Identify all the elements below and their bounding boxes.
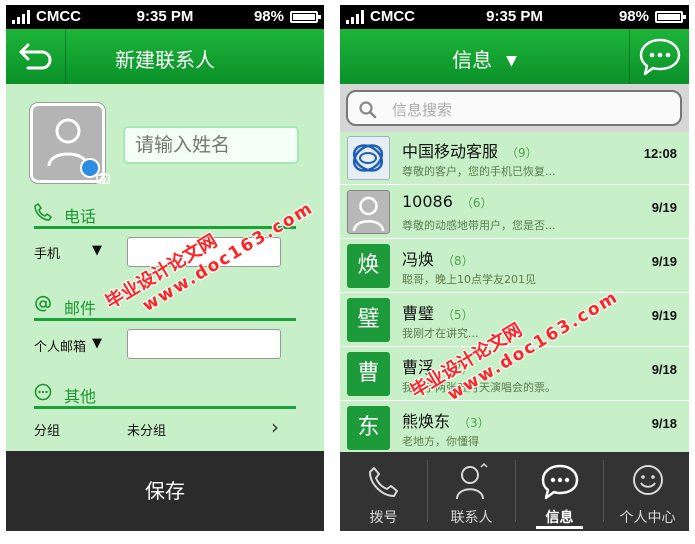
message-count: （3） [458, 416, 490, 430]
message-date: 9/18 [651, 362, 677, 377]
person-placeholder-icon [347, 190, 390, 234]
compose-message-button[interactable] [629, 29, 689, 84]
more-dots-icon [34, 383, 52, 401]
email-type-label[interactable]: 个人邮箱 [34, 336, 86, 355]
email-type-dropdown-icon[interactable]: ▼ [92, 336, 102, 351]
message-icon [541, 464, 579, 500]
email-section-title: 邮件 [64, 299, 97, 318]
message-preview: 我刚才在讲究... [402, 327, 479, 340]
contact-initial-avatar: 焕 [347, 244, 390, 288]
message-count: （9） [506, 146, 538, 160]
tab-profile[interactable]: 个人中心 [604, 452, 689, 531]
active-tab-indicator [536, 526, 583, 529]
phone-icon [369, 467, 398, 497]
search-bar: 信息搜索 [340, 84, 689, 132]
contact-name: 熊焕东 （3） [402, 412, 490, 431]
group-label: 分组 [34, 424, 61, 439]
message-preview: 聪哥，晚上10点学友201见 [402, 273, 536, 286]
chat-bubble-icon [639, 38, 681, 76]
battery-fill [658, 14, 680, 20]
contact-initial-avatar: 璧 [347, 298, 390, 342]
contact-name: 冯焕 （8） [402, 250, 474, 269]
tab-label: 个人中心 [619, 510, 676, 526]
tab-label: 信息 [545, 510, 574, 526]
message-date: 12:08 [643, 146, 677, 161]
message-date: 9/19 [651, 308, 677, 323]
message-date: 9/19 [651, 254, 677, 269]
battery-icon [655, 11, 686, 23]
contact-name: 曹璧 （5） [402, 304, 474, 323]
at-sign-icon [35, 295, 51, 312]
tab-dial[interactable]: 拨号 [340, 452, 427, 531]
contact-initial-avatar: 曹 [347, 352, 390, 396]
contact-initial-avatar: 东 [347, 406, 390, 450]
email-input[interactable] [127, 329, 281, 359]
camera-icon[interactable] [80, 158, 110, 184]
phone-type-label[interactable]: 手机 [34, 243, 60, 262]
phone-type-dropdown-icon[interactable]: ▼ [92, 243, 102, 258]
other-section-header: 其他 [34, 381, 296, 409]
tab-contacts[interactable]: 联系人 [428, 452, 515, 531]
battery-fill [293, 14, 315, 20]
status-bar: CMCC 9:35 PM 98% [6, 5, 324, 29]
bottom-tab-bar: 拨号 联系人 信息 个人中心 [340, 452, 689, 531]
message-row-cmcc-service[interactable]: 中国移动客服 （9） 尊敬的客户，您的手机已恢复... 12:08 [340, 132, 689, 185]
contact-photo[interactable] [30, 103, 110, 184]
cmcc-logo-icon [347, 136, 390, 180]
battery-percent: 98% [618, 8, 649, 25]
message-list: 中国移动客服 （9） 尊敬的客户，您的手机已恢复... 12:08 10086 （6… [340, 132, 689, 455]
page-title-text: 信息 [452, 48, 493, 72]
app-header: 新建联系人 [6, 29, 324, 84]
phone-icon [34, 203, 52, 221]
contact-name: 中国移动客服 （9） [402, 142, 538, 161]
messages-screen: CMCC 9:35 PM 98% 信息 ▼ 信息搜索 中国移动客服 （9） 尊敬… [340, 5, 689, 531]
contact-name: 10086 （6） [402, 192, 493, 211]
name-input[interactable] [123, 126, 299, 164]
message-date: 9/19 [651, 200, 677, 215]
message-row-10086[interactable]: 10086 （6） 尊敬的动感地带用户，您是否... 9/19 [340, 186, 689, 239]
message-preview: 尊敬的客户，您的手机已恢复... [402, 165, 556, 178]
smiley-icon [633, 465, 663, 495]
search-input[interactable]: 信息搜索 [346, 90, 682, 126]
search-placeholder: 信息搜索 [392, 101, 453, 119]
page-title: 新建联系人 [115, 48, 215, 72]
page-title[interactable]: 信息 ▼ [340, 44, 629, 73]
status-bar: CMCC 9:35 PM 98% [340, 5, 689, 29]
message-row-xiong-huandong[interactable]: 东 熊焕东 （3） 老地方，你懂得 9/18 [340, 402, 689, 455]
message-preview: 尊敬的动感地带用户，您是否... [402, 219, 556, 232]
message-preview: 老地方，你懂得 [402, 435, 479, 448]
other-section-title: 其他 [64, 387, 97, 406]
message-count: （8） [442, 254, 474, 268]
tab-label: 联系人 [450, 510, 493, 526]
message-row-feng-huan[interactable]: 焕 冯焕 （8） 聪哥，晚上10点学友201见 9/19 [340, 240, 689, 293]
tab-messages[interactable]: 信息 [516, 452, 603, 531]
chevron-right-icon[interactable]: › [271, 415, 279, 439]
save-button[interactable]: 保存 [6, 451, 324, 531]
title-dropdown-icon[interactable]: ▼ [506, 53, 517, 69]
message-date: 9/18 [651, 416, 677, 431]
battery-icon [290, 11, 321, 23]
group-value[interactable]: 未分组 [127, 420, 166, 439]
tab-label: 拨号 [369, 510, 398, 526]
message-count: （5） [442, 308, 474, 322]
battery-percent: 98% [253, 8, 284, 25]
contacts-icon [456, 462, 488, 500]
phone-section-title: 电话 [64, 207, 97, 226]
message-count: （6） [460, 196, 493, 210]
app-header: 信息 ▼ [340, 29, 689, 84]
search-icon [359, 101, 377, 119]
